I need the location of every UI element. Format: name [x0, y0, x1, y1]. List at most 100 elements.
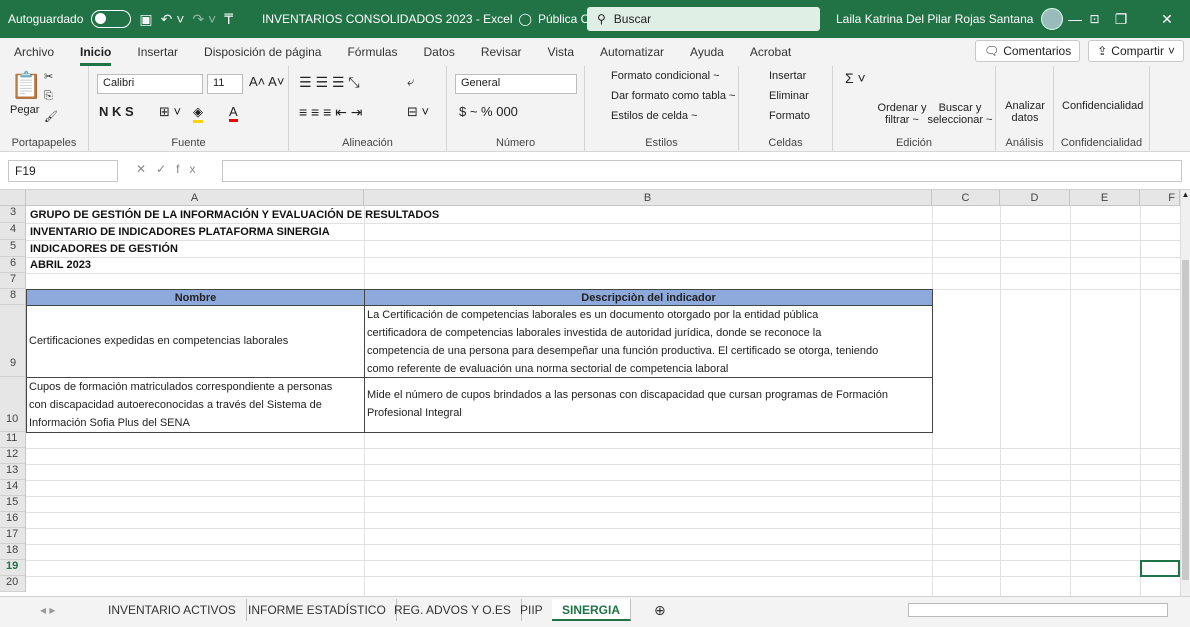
- horizontal-scrollbar[interactable]: [908, 603, 1168, 617]
- sheet-tab-sinergia[interactable]: SINERGIA: [552, 599, 632, 621]
- align-top-icons[interactable]: ☰ ☰ ☰ ⤡: [299, 74, 360, 91]
- row-header[interactable]: 7: [0, 273, 26, 289]
- row-header[interactable]: 4: [0, 223, 26, 240]
- table-header-nombre[interactable]: Nombre: [26, 289, 365, 306]
- cell-styles-button[interactable]: Estilos de celda ~: [611, 110, 698, 122]
- merge-icon[interactable]: ⊟ ˅: [407, 104, 429, 120]
- sheet-tab-piip[interactable]: PIIP: [510, 599, 554, 621]
- delete-cells-button[interactable]: Eliminar: [769, 90, 809, 102]
- selected-cell[interactable]: [1140, 560, 1180, 577]
- insert-cells-button[interactable]: Insertar: [769, 70, 806, 82]
- cut-icon[interactable]: ✂: [44, 70, 53, 83]
- tab-insertar[interactable]: Insertar: [137, 45, 178, 59]
- table-header-descripcion[interactable]: Descripciòn del indicador: [364, 289, 933, 306]
- save-icon[interactable]: ▣: [139, 11, 152, 28]
- customize-icon[interactable]: ₸: [224, 11, 233, 28]
- share-button[interactable]: ⇪ Compartir ˅: [1088, 40, 1184, 62]
- add-sheet-icon[interactable]: ⊕: [644, 599, 676, 621]
- font-color-icon[interactable]: A: [229, 104, 238, 122]
- conditional-format-button[interactable]: Formato condicional ~: [611, 70, 720, 82]
- undo-icon[interactable]: ↶ ˅: [161, 11, 185, 28]
- search-box[interactable]: ⚲ Buscar: [587, 7, 820, 31]
- col-header-a[interactable]: A: [26, 190, 364, 206]
- col-header-b[interactable]: B: [364, 190, 932, 206]
- table-row-1-desc[interactable]: La Certificación de competencias laboral…: [364, 305, 933, 378]
- row-header[interactable]: 15: [0, 496, 26, 512]
- row-header-active[interactable]: 19: [0, 560, 26, 576]
- scroll-up-icon[interactable]: ▲: [1181, 190, 1190, 202]
- col-header-e[interactable]: E: [1070, 190, 1140, 206]
- table-row-2-name[interactable]: Cupos de formación matriculados correspo…: [26, 377, 365, 433]
- tab-scroll-icons[interactable]: ◂ ▸: [30, 599, 65, 621]
- minimize-icon[interactable]: —: [1052, 11, 1098, 27]
- font-grow-icon[interactable]: A˄ A˅: [249, 74, 284, 89]
- font-name-select[interactable]: Calibri: [97, 74, 203, 94]
- restore-icon[interactable]: ❐: [1098, 11, 1144, 28]
- row-header[interactable]: 6: [0, 257, 26, 273]
- tab-ayuda[interactable]: Ayuda: [690, 45, 724, 59]
- cell-a4[interactable]: INVENTARIO DE INDICADORES PLATAFORMA SIN…: [30, 224, 330, 240]
- tab-formulas[interactable]: Fórmulas: [347, 45, 397, 59]
- row-header[interactable]: 10: [0, 377, 26, 432]
- group-celdas: Insertar Eliminar Formato Celdas: [739, 66, 833, 152]
- close-icon[interactable]: ✕: [1144, 11, 1190, 28]
- redo-icon[interactable]: ↷ ˅: [192, 11, 216, 28]
- copy-icon[interactable]: ⎘: [44, 90, 53, 103]
- table-row-1-name[interactable]: Certificaciones expedidas en competencia…: [26, 305, 365, 378]
- format-cells-button[interactable]: Formato: [769, 110, 810, 122]
- row-header[interactable]: 8: [0, 289, 26, 305]
- analyze-data-button[interactable]: Analizar datos: [1000, 100, 1050, 124]
- fill-color-icon[interactable]: ◈: [193, 104, 203, 123]
- col-header-f[interactable]: F: [1140, 190, 1180, 206]
- bold-italic-underline-buttons[interactable]: N K S: [99, 104, 134, 119]
- number-format-buttons[interactable]: $ ~ % 000: [459, 104, 518, 119]
- font-size-select[interactable]: 11: [207, 74, 243, 94]
- formula-input[interactable]: [222, 160, 1182, 182]
- tab-inicio[interactable]: Inicio: [80, 45, 112, 66]
- paste-icon[interactable]: 📋: [10, 70, 42, 101]
- col-header-d[interactable]: D: [1000, 190, 1070, 206]
- cell-a6[interactable]: ABRIL 2023: [30, 257, 91, 273]
- autosave-toggle[interactable]: [91, 10, 132, 28]
- row-header[interactable]: 20: [0, 576, 26, 592]
- row-header[interactable]: 13: [0, 464, 26, 480]
- format-painter-icon[interactable]: 🖌: [44, 110, 58, 123]
- cell-a5[interactable]: INDICADORES DE GESTIÓN: [30, 241, 178, 257]
- sheet-tab-informe-estadistico[interactable]: INFORME ESTADÍSTICO: [238, 599, 397, 621]
- tab-archivo[interactable]: Archivo: [14, 45, 54, 59]
- wrap-text-icon[interactable]: ⤶: [407, 74, 414, 90]
- align-left-icons[interactable]: ≡ ≡ ≡ ⇤ ⇥: [299, 104, 363, 121]
- tab-datos[interactable]: Datos: [423, 45, 454, 59]
- cell-a3[interactable]: GRUPO DE GESTIÓN DE LA INFORMACIÓN Y EVA…: [30, 207, 439, 223]
- find-select-button[interactable]: Buscar y seleccionar ~: [927, 102, 993, 126]
- tab-revisar[interactable]: Revisar: [481, 45, 522, 59]
- number-format-select[interactable]: General: [455, 74, 577, 94]
- select-all-corner[interactable]: [0, 190, 26, 206]
- tab-automatizar[interactable]: Automatizar: [600, 45, 664, 59]
- comments-button[interactable]: 🗨 Comentarios: [974, 40, 1081, 62]
- vertical-scrollbar[interactable]: ▲: [1180, 190, 1190, 596]
- sheet-tab-reg-advos[interactable]: REG. ADVOS Y O.ES: [384, 599, 522, 621]
- row-header[interactable]: 3: [0, 206, 26, 223]
- tab-acrobat[interactable]: Acrobat: [750, 45, 791, 59]
- sheet-tab-inventario-activos[interactable]: INVENTARIO ACTIVOS: [98, 599, 247, 621]
- row-header[interactable]: 5: [0, 240, 26, 257]
- borders-icon[interactable]: ⊞ ˅: [159, 104, 181, 120]
- row-header[interactable]: 11: [0, 432, 26, 448]
- row-header[interactable]: 9: [0, 305, 26, 377]
- row-header[interactable]: 17: [0, 528, 26, 544]
- autosum-icon[interactable]: Σ ˅: [845, 70, 866, 86]
- sort-filter-button[interactable]: Ordenar y filtrar ~: [877, 102, 927, 126]
- row-header[interactable]: 12: [0, 448, 26, 464]
- table-row-2-desc[interactable]: Mide el número de cupos brindados a las …: [364, 377, 933, 433]
- row-header[interactable]: 18: [0, 544, 26, 560]
- table-format-button[interactable]: Dar formato como tabla ~: [611, 90, 735, 102]
- tab-vista[interactable]: Vista: [548, 45, 574, 59]
- col-header-c[interactable]: C: [932, 190, 1000, 206]
- row-header[interactable]: 14: [0, 480, 26, 496]
- row-header[interactable]: 16: [0, 512, 26, 528]
- confidentiality-button[interactable]: Confidencialidad: [1062, 100, 1143, 112]
- paste-button[interactable]: Pegar: [10, 104, 39, 116]
- name-box[interactable]: F19: [8, 160, 118, 182]
- tab-disposicion[interactable]: Disposición de página: [204, 45, 321, 59]
